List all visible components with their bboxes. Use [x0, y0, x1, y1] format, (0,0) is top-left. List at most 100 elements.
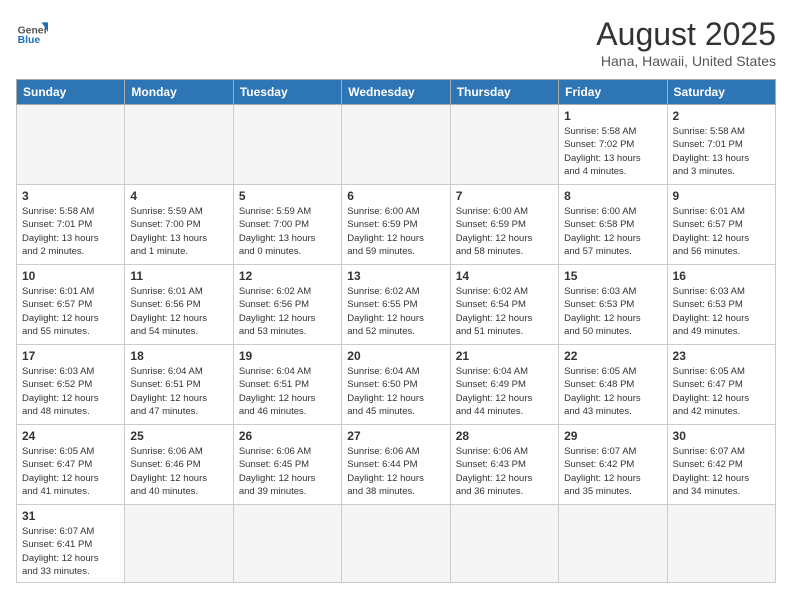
day-number: 22	[564, 349, 661, 363]
day-number: 20	[347, 349, 444, 363]
day-info: Sunrise: 6:07 AM Sunset: 6:42 PM Dayligh…	[564, 445, 661, 498]
day-number: 18	[130, 349, 227, 363]
calendar-cell: 13 Sunrise: 6:02 AM Sunset: 6:55 PM Dayli…	[342, 265, 450, 345]
calendar-cell: 17Sunrise: 6:03 AM Sunset: 6:52 PM Dayli…	[17, 345, 125, 425]
day-number: 14	[456, 269, 553, 283]
calendar-header-row: SundayMondayTuesdayWednesdayThursdayFrid…	[17, 80, 776, 105]
calendar-cell: 2 Sunrise: 5:58 AM Sunset: 7:01 PM Daylig…	[667, 105, 775, 185]
calendar-cell: 30 Sunrise: 6:07 AM Sunset: 6:42 PM Dayli…	[667, 425, 775, 505]
day-number: 30	[673, 429, 770, 443]
day-info: Sunrise: 6:03 AM Sunset: 6:53 PM Dayligh…	[673, 285, 770, 338]
calendar-cell	[125, 505, 233, 583]
day-number: 15	[564, 269, 661, 283]
day-info: Sunrise: 6:07 AM Sunset: 6:41 PM Dayligh…	[22, 525, 119, 578]
calendar-cell: 25Sunrise: 6:06 AM Sunset: 6:46 PM Dayli…	[125, 425, 233, 505]
day-info: Sunrise: 5:59 AM Sunset: 7:00 PM Dayligh…	[239, 205, 336, 258]
day-info: Sunrise: 5:58 AM Sunset: 7:01 PM Dayligh…	[673, 125, 770, 178]
calendar-cell: 6 Sunrise: 6:00 AM Sunset: 6:59 PM Daylig…	[342, 185, 450, 265]
day-info: Sunrise: 5:58 AM Sunset: 7:02 PM Dayligh…	[564, 125, 661, 178]
weekday-header: Saturday	[667, 80, 775, 105]
day-info: Sunrise: 6:00 AM Sunset: 6:58 PM Dayligh…	[564, 205, 661, 258]
calendar-cell: 5 Sunrise: 5:59 AM Sunset: 7:00 PM Daylig…	[233, 185, 341, 265]
day-info: Sunrise: 6:05 AM Sunset: 6:47 PM Dayligh…	[22, 445, 119, 498]
calendar-cell	[342, 505, 450, 583]
day-info: Sunrise: 6:07 AM Sunset: 6:42 PM Dayligh…	[673, 445, 770, 498]
day-info: Sunrise: 6:00 AM Sunset: 6:59 PM Dayligh…	[347, 205, 444, 258]
day-info: Sunrise: 6:02 AM Sunset: 6:54 PM Dayligh…	[456, 285, 553, 338]
day-info: Sunrise: 6:01 AM Sunset: 6:56 PM Dayligh…	[130, 285, 227, 338]
day-info: Sunrise: 5:58 AM Sunset: 7:01 PM Dayligh…	[22, 205, 119, 258]
calendar-cell: 29Sunrise: 6:07 AM Sunset: 6:42 PM Dayli…	[559, 425, 667, 505]
day-info: Sunrise: 6:06 AM Sunset: 6:45 PM Dayligh…	[239, 445, 336, 498]
day-number: 12	[239, 269, 336, 283]
day-info: Sunrise: 6:06 AM Sunset: 6:46 PM Dayligh…	[130, 445, 227, 498]
day-info: Sunrise: 6:02 AM Sunset: 6:56 PM Dayligh…	[239, 285, 336, 338]
day-number: 17	[22, 349, 119, 363]
calendar-cell: 19Sunrise: 6:04 AM Sunset: 6:51 PM Dayli…	[233, 345, 341, 425]
calendar-week-row: 17Sunrise: 6:03 AM Sunset: 6:52 PM Dayli…	[17, 345, 776, 425]
calendar-cell: 26 Sunrise: 6:06 AM Sunset: 6:45 PM Dayli…	[233, 425, 341, 505]
day-info: Sunrise: 6:02 AM Sunset: 6:55 PM Dayligh…	[347, 285, 444, 338]
logo: General Blue	[16, 16, 48, 48]
day-number: 26	[239, 429, 336, 443]
page-header: General Blue August 2025 Hana, Hawaii, U…	[16, 16, 776, 69]
day-info: Sunrise: 6:03 AM Sunset: 6:53 PM Dayligh…	[564, 285, 661, 338]
calendar-cell: 11 Sunrise: 6:01 AM Sunset: 6:56 PM Dayli…	[125, 265, 233, 345]
calendar-cell: 21Sunrise: 6:04 AM Sunset: 6:49 PM Dayli…	[450, 345, 558, 425]
day-number: 19	[239, 349, 336, 363]
weekday-header: Sunday	[17, 80, 125, 105]
calendar-cell: 27 Sunrise: 6:06 AM Sunset: 6:44 PM Dayli…	[342, 425, 450, 505]
calendar-cell: 24 Sunrise: 6:05 AM Sunset: 6:47 PM Dayli…	[17, 425, 125, 505]
calendar-table: SundayMondayTuesdayWednesdayThursdayFrid…	[16, 79, 776, 583]
calendar-cell: 14 Sunrise: 6:02 AM Sunset: 6:54 PM Dayli…	[450, 265, 558, 345]
calendar-week-row: 31 Sunrise: 6:07 AM Sunset: 6:41 PM Dayli…	[17, 505, 776, 583]
day-info: Sunrise: 6:04 AM Sunset: 6:51 PM Dayligh…	[130, 365, 227, 418]
calendar-cell	[559, 505, 667, 583]
weekday-header: Wednesday	[342, 80, 450, 105]
day-number: 7	[456, 189, 553, 203]
day-info: Sunrise: 6:01 AM Sunset: 6:57 PM Dayligh…	[673, 205, 770, 258]
calendar-cell: 10Sunrise: 6:01 AM Sunset: 6:57 PM Dayli…	[17, 265, 125, 345]
calendar-cell	[233, 505, 341, 583]
calendar-cell: 4Sunrise: 5:59 AM Sunset: 7:00 PM Daylig…	[125, 185, 233, 265]
calendar-week-row: 24 Sunrise: 6:05 AM Sunset: 6:47 PM Dayli…	[17, 425, 776, 505]
day-info: Sunrise: 6:04 AM Sunset: 6:49 PM Dayligh…	[456, 365, 553, 418]
title-block: August 2025 Hana, Hawaii, United States	[596, 16, 776, 69]
calendar-cell: 7Sunrise: 6:00 AM Sunset: 6:59 PM Daylig…	[450, 185, 558, 265]
calendar-cell: 18 Sunrise: 6:04 AM Sunset: 6:51 PM Dayli…	[125, 345, 233, 425]
calendar-cell	[450, 105, 558, 185]
calendar-cell	[17, 105, 125, 185]
day-number: 4	[130, 189, 227, 203]
calendar-cell: 23Sunrise: 6:05 AM Sunset: 6:47 PM Dayli…	[667, 345, 775, 425]
day-info: Sunrise: 6:06 AM Sunset: 6:43 PM Dayligh…	[456, 445, 553, 498]
day-number: 5	[239, 189, 336, 203]
day-number: 13	[347, 269, 444, 283]
location-subtitle: Hana, Hawaii, United States	[596, 53, 776, 69]
calendar-cell: 15 Sunrise: 6:03 AM Sunset: 6:53 PM Dayli…	[559, 265, 667, 345]
day-number: 31	[22, 509, 119, 523]
calendar-cell	[450, 505, 558, 583]
day-number: 6	[347, 189, 444, 203]
day-info: Sunrise: 6:06 AM Sunset: 6:44 PM Dayligh…	[347, 445, 444, 498]
calendar-cell: 3 Sunrise: 5:58 AM Sunset: 7:01 PM Daylig…	[17, 185, 125, 265]
day-number: 16	[673, 269, 770, 283]
weekday-header: Tuesday	[233, 80, 341, 105]
day-number: 11	[130, 269, 227, 283]
logo-icon: General Blue	[16, 16, 48, 48]
calendar-cell: 12 Sunrise: 6:02 AM Sunset: 6:56 PM Dayli…	[233, 265, 341, 345]
day-number: 24	[22, 429, 119, 443]
day-info: Sunrise: 6:05 AM Sunset: 6:48 PM Dayligh…	[564, 365, 661, 418]
calendar-cell: 31 Sunrise: 6:07 AM Sunset: 6:41 PM Dayli…	[17, 505, 125, 583]
svg-text:Blue: Blue	[18, 35, 41, 46]
weekday-header: Friday	[559, 80, 667, 105]
calendar-body: 1Sunrise: 5:58 AM Sunset: 7:02 PM Daylig…	[17, 105, 776, 583]
calendar-week-row: 3 Sunrise: 5:58 AM Sunset: 7:01 PM Daylig…	[17, 185, 776, 265]
day-number: 8	[564, 189, 661, 203]
day-number: 3	[22, 189, 119, 203]
day-number: 27	[347, 429, 444, 443]
calendar-cell	[342, 105, 450, 185]
calendar-cell: 1Sunrise: 5:58 AM Sunset: 7:02 PM Daylig…	[559, 105, 667, 185]
calendar-cell	[667, 505, 775, 583]
calendar-cell: 9Sunrise: 6:01 AM Sunset: 6:57 PM Daylig…	[667, 185, 775, 265]
day-number: 2	[673, 109, 770, 123]
